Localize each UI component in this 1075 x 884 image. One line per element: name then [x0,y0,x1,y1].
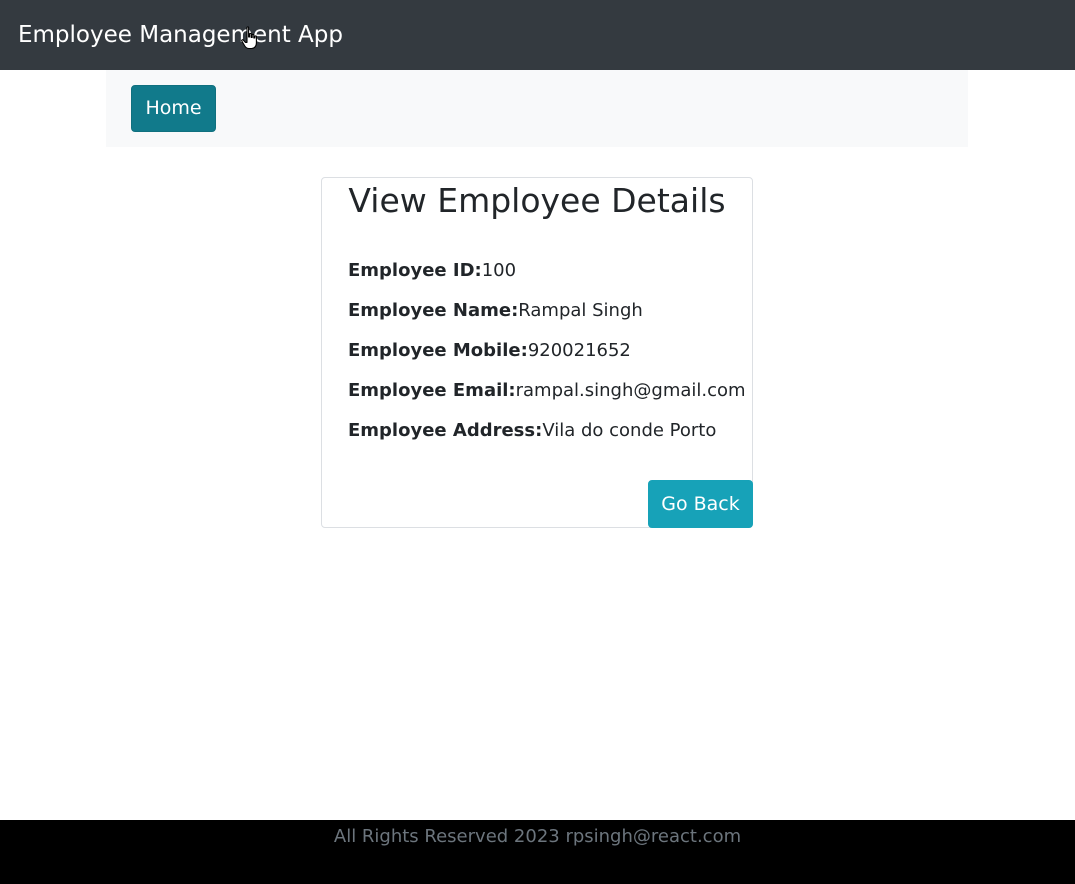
employee-details-card: View Employee Details Employee ID:100 Em… [321,177,753,528]
employee-id-value: 100 [481,260,517,281]
employee-name-row: Employee Name:Rampal Singh [348,298,643,324]
footer: All Rights Reserved 2023 rpsingh@react.c… [0,820,1075,884]
app-header: Employee Management App [0,0,1075,70]
employee-address-row: Employee Address:Vila do conde Porto [348,418,716,444]
footer-copyright-text: All Rights Reserved 2023 rpsingh@react.c… [333,826,742,847]
employee-mobile-row: Employee Mobile:920021652 [348,338,631,364]
secondary-nav-bar: Home [106,70,968,147]
employee-id-label: Employee ID: [348,260,482,281]
home-button[interactable]: Home [131,85,216,132]
app-title[interactable]: Employee Management App [18,19,343,51]
employee-id-row: Employee ID:100 [348,258,516,284]
employee-name-label: Employee Name: [348,300,519,321]
employee-email-value: rampal.singh@gmail.com [515,380,746,401]
employee-email-row: Employee Email:rampal.singh@gmail.com [348,378,746,404]
employee-email-label: Employee Email: [348,380,516,401]
employee-name-value: Rampal Singh [518,300,643,321]
hand-pointer-cursor-icon [241,26,257,50]
employee-mobile-label: Employee Mobile: [348,340,528,361]
employee-mobile-value: 920021652 [527,340,631,361]
employee-address-label: Employee Address: [348,420,543,441]
page-title: View Employee Details [348,181,726,220]
employee-address-value: Vila do conde Porto [542,420,717,441]
go-back-button[interactable]: Go Back [648,480,753,528]
